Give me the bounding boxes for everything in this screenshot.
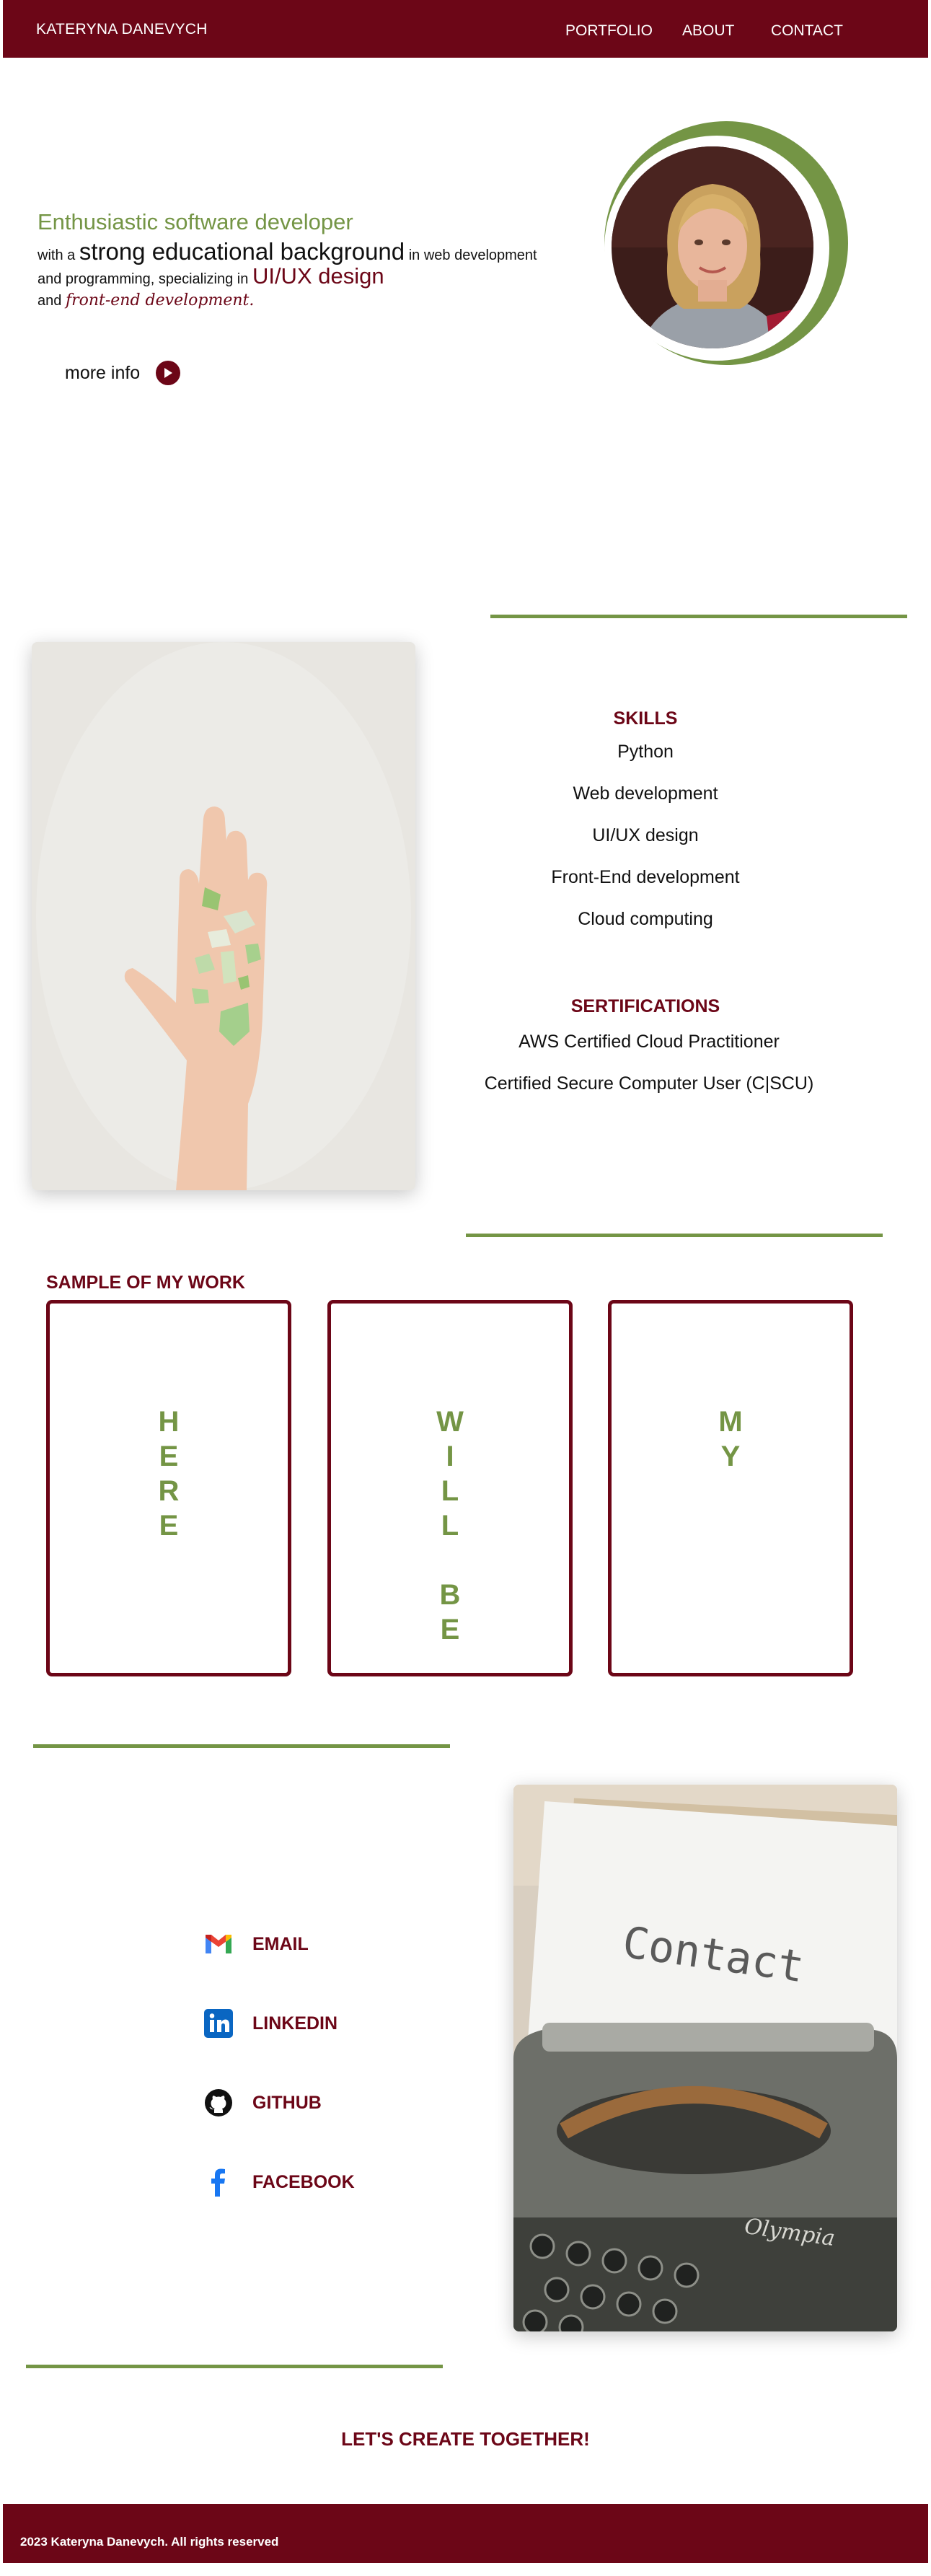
work-card-letter: H xyxy=(158,1406,180,1438)
hero-text: and xyxy=(37,293,62,309)
contact-github-link[interactable]: GITHUB xyxy=(203,2088,322,2118)
work-card-letter: E xyxy=(159,1510,179,1542)
work-heading: SAMPLE OF MY WORK xyxy=(46,1272,245,1293)
more-info-button[interactable]: more info xyxy=(65,361,181,385)
certifications-heading: SERTIFICATIONS xyxy=(570,996,720,1016)
section-divider xyxy=(26,2365,443,2368)
contact-email-label: EMAIL xyxy=(252,1933,309,1954)
hero-emphasis: strong educational background xyxy=(79,238,405,265)
play-icon xyxy=(156,361,181,385)
work-card-letter: Y xyxy=(720,1441,741,1472)
typewriter-contact-photo: Contact Olympia xyxy=(513,1785,897,2331)
hero-text: in web development xyxy=(408,247,537,263)
github-icon xyxy=(203,2088,234,2118)
work-card-text: H E R E xyxy=(50,1405,288,1543)
certification-item: AWS Certified Cloud Practitioner xyxy=(519,1032,780,1052)
skill-item: Front-End development xyxy=(551,867,740,887)
skill-item: UI/UX design xyxy=(592,825,699,845)
hero-script: front-end development. xyxy=(65,291,255,309)
nav-contact[interactable]: CONTACT xyxy=(771,22,843,40)
work-card-letter: I xyxy=(446,1441,454,1472)
work-card-letter: M xyxy=(718,1406,743,1438)
work-card[interactable]: M Y xyxy=(608,1300,853,1676)
skill-item: Cloud computing xyxy=(578,909,713,929)
hand-sea-glass-photo xyxy=(32,642,415,1190)
call-to-action: LET'S CREATE TOGETHER! xyxy=(341,2428,590,2450)
hero-title: Enthusiastic software developer xyxy=(37,209,353,234)
footer-copyright: 2023 Kateryna Danevych. All rights reser… xyxy=(20,2535,279,2549)
hero-line-2: and programming, specializing in UI/UX d… xyxy=(37,263,384,289)
gmail-icon xyxy=(203,1929,234,1959)
nav-portfolio[interactable]: PORTFOLIO xyxy=(565,22,653,40)
skill-item: Python xyxy=(617,742,674,762)
contact-linkedin-link[interactable]: LINKEDIN xyxy=(203,2008,337,2039)
contact-linkedin-label: LINKEDIN xyxy=(252,2013,338,2034)
portrait-photo xyxy=(612,146,813,348)
skills-heading: SKILLS xyxy=(613,708,678,729)
section-divider xyxy=(466,1234,883,1237)
section-divider xyxy=(490,615,907,618)
hero-accent: UI/UX design xyxy=(252,263,384,289)
work-card-letter: B xyxy=(439,1579,461,1611)
contact-email-link[interactable]: EMAIL xyxy=(203,1929,309,1959)
contact-facebook-link[interactable]: FACEBOOK xyxy=(203,2167,355,2197)
certification-item: Certified Secure Computer User (C|SCU) xyxy=(484,1073,814,1094)
facebook-icon xyxy=(203,2167,234,2197)
nav-about[interactable]: ABOUT xyxy=(682,22,734,40)
work-card-letter: E xyxy=(159,1441,179,1472)
hero-text: and programming, specializing in xyxy=(37,271,249,287)
work-card-text: M Y xyxy=(612,1405,850,1474)
site-brand[interactable]: KATERYNA DANEVYCH xyxy=(36,21,208,38)
contact-github-label: GITHUB xyxy=(252,2092,322,2113)
work-card-letter: E xyxy=(440,1614,460,1645)
more-info-label: more info xyxy=(65,362,141,383)
section-divider xyxy=(33,1744,450,1748)
contact-facebook-label: FACEBOOK xyxy=(252,2171,355,2192)
linkedin-icon xyxy=(203,2008,234,2039)
work-card-letter: W xyxy=(436,1406,464,1438)
work-card-letter: L xyxy=(441,1510,459,1542)
work-card[interactable]: W I L L B E xyxy=(327,1300,573,1676)
hero-text: with a xyxy=(37,247,76,263)
skill-item: Web development xyxy=(573,783,718,804)
hero-line-1: with a strong educational background in … xyxy=(37,238,537,265)
work-card-text: W I L L B E xyxy=(331,1405,569,1647)
site-footer xyxy=(3,2504,928,2563)
work-card-letter xyxy=(331,1543,569,1578)
work-card-letter: R xyxy=(158,1475,180,1507)
work-card-letter: L xyxy=(441,1475,459,1507)
hero-line-3: and front-end development. xyxy=(37,291,254,309)
work-card[interactable]: H E R E xyxy=(46,1300,291,1676)
